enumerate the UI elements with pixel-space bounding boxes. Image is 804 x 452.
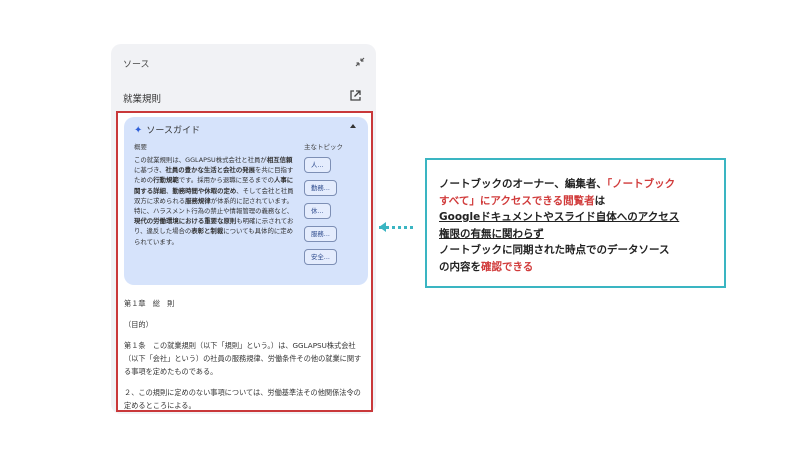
summary-segment: 現代の労働環境における — [134, 217, 205, 226]
topic-chip[interactable]: 人... — [304, 157, 331, 173]
callout-line-6: の内容を確認できる — [439, 260, 534, 273]
summary-segment: 相互信頼 — [266, 156, 293, 164]
source-doc-title: 就業規則 — [123, 94, 162, 105]
callout-line-1: ノートブックのオーナー、編集者、「ノートブック — [439, 178, 676, 190]
summary-segment: 服務規律 — [185, 196, 211, 205]
summary-label: 概要 — [134, 143, 147, 151]
chapter-heading: 第１章 総 則 — [124, 299, 175, 308]
open-in-new-icon[interactable] — [349, 89, 362, 102]
summary-segment: 報管理の義務など、 — [235, 207, 294, 216]
article-2: ２、この規則に定めのない事項については、労働基準法その他関係法令の定めるところに… — [124, 388, 361, 410]
summary-segment: 重要な原則 — [204, 217, 237, 226]
callout-line-3: Googleドキュメントやスライド自体へのアクセス — [439, 211, 680, 223]
summary-segment: 表彰と制裁 — [191, 227, 224, 236]
topic-chip[interactable]: 服務... — [304, 226, 337, 242]
summary-segment: 方に求められる — [140, 196, 186, 205]
summary-segment: 行動規範 — [153, 176, 179, 185]
chevron-up-icon[interactable] — [350, 124, 356, 128]
topics-label: 主なトピック — [304, 143, 343, 151]
summary-segment: 用から退職に至るまでの — [203, 176, 274, 185]
connector-arrow-icon — [379, 222, 386, 232]
summary-segment: が体系的に記されて — [210, 196, 269, 205]
callout-line-2: すべて」にアクセスできる閲覧者は — [439, 194, 606, 207]
source-guide-header[interactable]: ✦ ソースガイド — [134, 123, 200, 136]
summary-text: この就業規則は、GGLAPSU株式会社と社員が相互信頼に基づき、社員の豊かな生活… — [134, 155, 297, 247]
summary-segment: れています。 — [140, 237, 178, 246]
summary-segment: です。採 — [178, 176, 204, 185]
summary-segment: の発展 — [235, 166, 255, 175]
summary-segment: 場合の — [172, 227, 192, 236]
summary-segment: この就業規則は、GGLAPSU株式会社と社員が — [134, 156, 267, 164]
sparkle-icon: ✦ — [134, 125, 143, 136]
source-guide: ✦ ソースガイド 概要 この就業規則は、GGLAPSU株式会社と社員が相互信頼に基… — [124, 117, 368, 285]
callout-box: ノートブックのオーナー、編集者、「ノートブック すべて」にアクセスできる閲覧者は… — [425, 158, 726, 288]
callout-line-4: 権限の有無に関わらず — [439, 227, 544, 240]
panel-header: ソース — [111, 44, 376, 80]
article-1: 第１条 この就業規則（以下「規則」という。）は、GGLAPSU株式会社（以下「会… — [124, 341, 362, 376]
callout-line-5: ノートブックに同期された時点でのデータソース — [439, 244, 670, 256]
topic-chip[interactable]: 安全... — [304, 249, 337, 265]
document-body: 第１章 総 則 （目的） 第１条 この就業規則（以下「規則」という。）は、GGL… — [124, 297, 364, 410]
collapse-icon[interactable] — [354, 56, 366, 68]
summary-segment: 社員の豊かな生活と会社 — [165, 166, 236, 175]
topic-chip[interactable]: 勤務... — [304, 180, 337, 196]
source-guide-title: ソースガイド — [146, 126, 200, 136]
summary-segment: 勤務時間や休暇の定め — [172, 186, 237, 195]
summary-segment: に基づき、 — [134, 166, 166, 175]
section-heading: （目的） — [124, 320, 153, 329]
topic-chip[interactable]: 休... — [304, 203, 331, 219]
source-content-highlight: ✦ ソースガイド 概要 この就業規則は、GGLAPSU株式会社と社員が相互信頼に基… — [116, 111, 373, 412]
panel-title: ソース — [123, 60, 150, 70]
